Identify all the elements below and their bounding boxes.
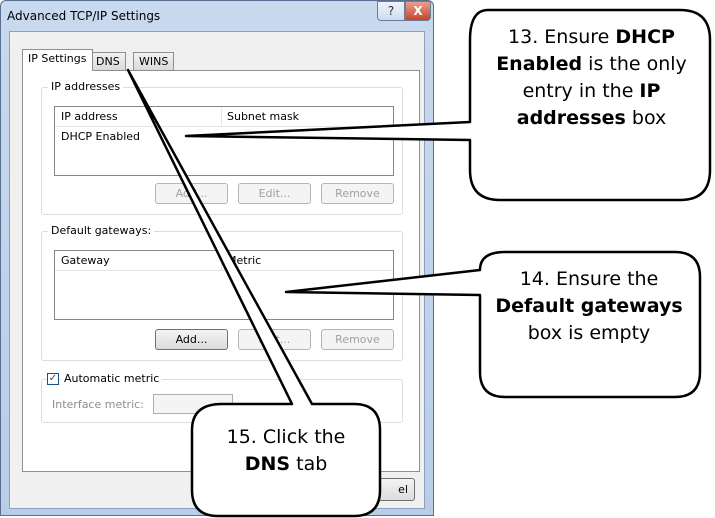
callout-13-suffix: box xyxy=(625,107,667,129)
callout-14-suffix: box is empty xyxy=(527,322,651,344)
callout-13-prefix: 13. Ensure xyxy=(508,26,616,48)
callout-15-suffix: tab xyxy=(290,453,328,475)
callout-14-prefix: 14. Ensure the xyxy=(519,268,659,290)
callout-15-bold-dns: DNS xyxy=(244,453,291,475)
callout-15-text: 15. Click the DNS tab xyxy=(206,424,366,478)
callout-14-bold-gateways: Default gateways xyxy=(495,295,683,317)
callout-13-text: 13. Ensure DHCP Enabled is the only entr… xyxy=(484,24,699,132)
tab-ip-settings[interactable]: IP Settings xyxy=(22,49,93,71)
callout-14-text: 14. Ensure the Default gateways box is e… xyxy=(494,266,684,347)
callout-15-prefix: 15. Click the xyxy=(226,426,346,448)
